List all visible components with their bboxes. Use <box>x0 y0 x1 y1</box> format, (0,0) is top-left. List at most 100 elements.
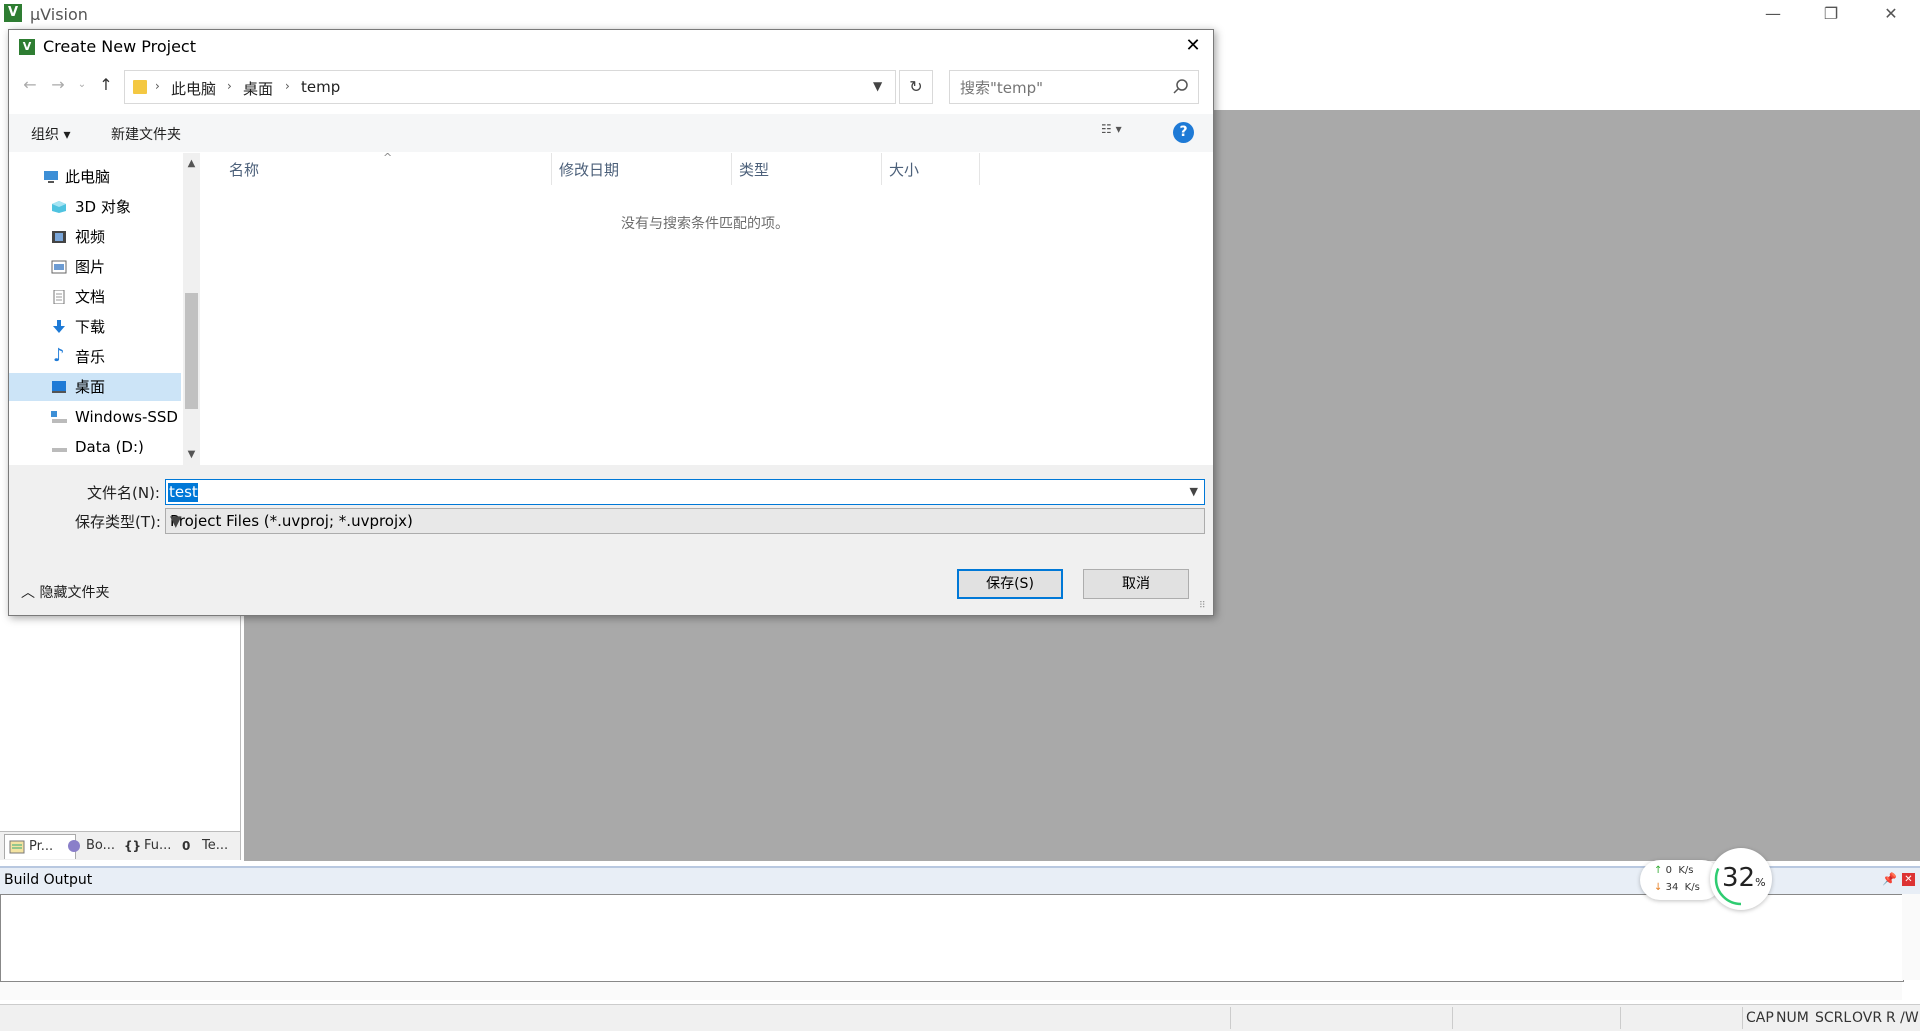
filename-value[interactable]: test <box>169 483 198 501</box>
minimize-button[interactable]: — <box>1750 0 1796 29</box>
nav-item-label: 此电脑 <box>65 168 111 186</box>
view-options-button[interactable]: ☷ ▾ <box>1101 122 1141 144</box>
computer-icon <box>44 171 58 183</box>
up-button[interactable]: ↑ <box>95 74 117 96</box>
drive-icon <box>51 411 67 423</box>
navigation-pane: 此电脑 3D 对象 视频 图片 文档 下载 ♪ 音乐 桌面 Windows-SS… <box>9 153 201 465</box>
tab-templates[interactable]: 0 Te... <box>178 834 246 858</box>
build-output-title: Build Output <box>4 872 93 888</box>
status-num: NUM <box>1776 1010 1809 1026</box>
column-separator[interactable] <box>881 153 882 185</box>
nav-item-documents[interactable]: 文档 <box>9 283 181 311</box>
app-title: µVision <box>30 5 88 24</box>
picture-icon <box>51 260 67 274</box>
recent-locations-button[interactable]: ⌄ <box>71 74 93 96</box>
column-name[interactable]: 名称 <box>229 159 259 180</box>
column-date-modified[interactable]: 修改日期 <box>559 159 619 180</box>
status-separator <box>1742 1007 1743 1029</box>
nav-item-desktop[interactable]: 桌面 <box>9 373 181 401</box>
nav-item-videos[interactable]: 视频 <box>9 223 181 251</box>
dialog-logo-icon: V <box>19 39 35 55</box>
dialog-footer: 文件名(N): test ▼ 保存类型(T): Project Files (*… <box>9 465 1213 615</box>
breadcrumb-separator: › <box>227 79 232 93</box>
nav-item-label: 图片 <box>75 258 106 276</box>
nav-item-data-d[interactable]: Data (D:) <box>9 433 181 461</box>
breadcrumb-desktop[interactable]: 桌面 <box>243 78 273 99</box>
folder-icon <box>133 80 147 94</box>
refresh-button[interactable]: ↻ <box>899 70 933 104</box>
status-separator <box>1620 1007 1621 1029</box>
nav-pane-scrollbar[interactable]: ▲ ▼ <box>183 153 200 465</box>
dialog-close-button[interactable]: ✕ <box>1175 32 1211 60</box>
scroll-thumb[interactable] <box>185 293 198 409</box>
network-monitor-widget[interactable]: ↑ 0 K/s ↓ 34 K/s 32% <box>1640 848 1772 912</box>
column-separator[interactable] <box>979 153 980 185</box>
nav-item-label: Windows-SSD <box>75 408 178 426</box>
nav-item-windows-ssd[interactable]: Windows-SSD <box>9 403 181 431</box>
build-horizontal-scrollbar[interactable] <box>0 982 1902 1000</box>
nav-item-downloads[interactable]: 下载 <box>9 313 181 341</box>
nav-item-label: 3D 对象 <box>75 198 131 216</box>
new-folder-button[interactable]: 新建文件夹 <box>111 124 181 144</box>
column-type[interactable]: 类型 <box>739 159 769 180</box>
hide-folders-toggle[interactable]: ︿ 隐藏文件夹 <box>21 582 109 602</box>
tab-templates-label: Te... <box>202 838 229 853</box>
nav-item-pictures[interactable]: 图片 <box>9 253 181 281</box>
search-box[interactable] <box>949 70 1199 104</box>
video-icon <box>52 231 66 243</box>
hide-folders-label: 隐藏文件夹 <box>39 585 110 601</box>
column-separator[interactable] <box>551 153 552 185</box>
address-bar[interactable]: › 此电脑 › 桌面 › temp ▼ <box>124 70 896 104</box>
app-logo-icon: V <box>4 4 22 22</box>
upload-speed: ↑ 0 K/s <box>1654 865 1694 876</box>
breadcrumb-this-pc[interactable]: 此电脑 <box>171 78 216 99</box>
nav-item-music[interactable]: ♪ 音乐 <box>9 343 181 371</box>
nav-item-3d-objects[interactable]: 3D 对象 <box>9 193 181 221</box>
save-button[interactable]: 保存(S) <box>957 569 1063 599</box>
filetype-label: 保存类型(T): <box>75 513 161 531</box>
file-list[interactable]: ^ 名称 修改日期 类型 大小 没有与搜索条件匹配的项。 <box>203 151 1213 465</box>
filetype-select[interactable]: Project Files (*.uvproj; *.uvprojx) ▼ <box>165 508 1205 534</box>
tab-books-label: Bo... <box>86 838 116 853</box>
column-separator[interactable] <box>731 153 732 185</box>
status-bar: CAP NUM SCRL OVR R /W <box>0 1004 1920 1031</box>
forward-button[interactable]: → <box>47 74 69 96</box>
search-input[interactable] <box>958 78 1162 98</box>
drive-icon <box>52 448 67 452</box>
filename-field[interactable]: test ▼ <box>165 479 1205 505</box>
cpu-usage-value: 32% <box>1722 863 1766 893</box>
panel-tabs: Pr... Bo... {} Fu... 0 Te... <box>0 831 240 860</box>
breadcrumb-temp[interactable]: temp <box>301 78 340 96</box>
pin-icon[interactable]: 📌 <box>1882 872 1897 886</box>
build-vertical-scrollbar[interactable] <box>1902 894 1920 980</box>
column-size[interactable]: 大小 <box>889 159 919 180</box>
build-close-icon[interactable]: ✕ <box>1902 873 1915 886</box>
chevron-down-icon[interactable]: ▼ <box>873 79 882 93</box>
cancel-button[interactable]: 取消 <box>1083 569 1189 599</box>
chevron-down-icon[interactable]: ▼ <box>170 512 1198 530</box>
navigation-row: ← → ⌄ ↑ › 此电脑 › 桌面 › temp ▼ ↻ <box>9 68 1213 104</box>
resize-grip-icon[interactable]: ⠿ <box>1199 601 1206 611</box>
organize-button[interactable]: 组织 ▾ <box>31 124 70 144</box>
app-close-button[interactable]: ✕ <box>1868 0 1914 29</box>
download-speed: ↓ 34 K/s <box>1654 882 1700 893</box>
build-output-text[interactable] <box>0 894 1904 982</box>
empty-message: 没有与搜索条件匹配的项。 <box>621 216 789 232</box>
status-rw: R /W <box>1886 1010 1919 1026</box>
breadcrumb-separator: › <box>155 79 160 93</box>
chevron-up-icon: ︿ <box>21 585 35 601</box>
help-button[interactable]: ? <box>1173 122 1194 143</box>
scroll-down-icon[interactable]: ▼ <box>183 446 200 463</box>
cpu-usage-gauge: 32% <box>1710 848 1772 910</box>
chevron-down-icon[interactable]: ▼ <box>1190 485 1198 498</box>
nav-item-this-pc[interactable]: 此电脑 <box>9 163 181 191</box>
template-icon: 0 <box>182 839 191 853</box>
sort-ascending-icon: ^ <box>383 151 393 164</box>
search-icon <box>1173 79 1188 94</box>
breadcrumb-separator: › <box>285 79 290 93</box>
scroll-up-icon[interactable]: ▲ <box>183 155 200 172</box>
tab-project-label: Pr... <box>29 839 54 854</box>
restore-button[interactable]: ❐ <box>1808 0 1854 29</box>
back-button[interactable]: ← <box>19 74 41 96</box>
build-output-header: Build Output 📌 ✕ <box>0 866 1920 894</box>
